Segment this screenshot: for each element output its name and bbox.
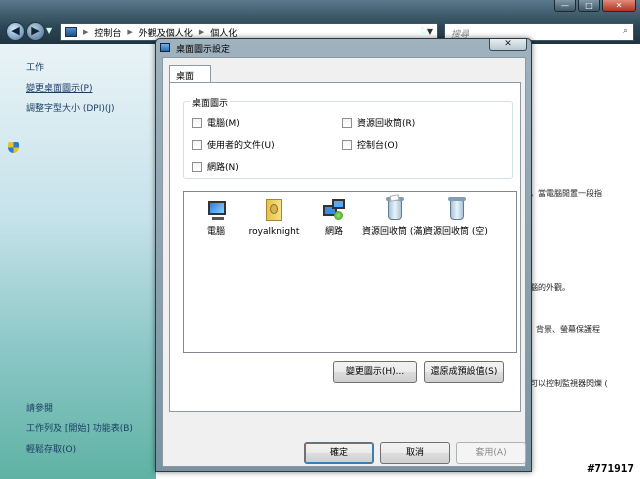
icon-label: 網路 [324,227,343,237]
checkbox-label: 使用者的文件(U) [207,141,275,151]
breadcrumb-separator-icon: ▶ [83,28,89,36]
control-panel-checkbox[interactable]: 控制台(O) [342,138,398,151]
search-icon[interactable]: ⌕ [623,26,628,36]
content-text-fragment: 腦的外觀。 [530,283,570,292]
maximize-button[interactable]: □ [578,0,600,12]
control-panel-icon [65,27,77,37]
checkbox-box[interactable] [192,117,202,128]
refresh-icon[interactable]: ↻ [420,26,428,37]
breadcrumb-separator-icon: ▶ [127,28,133,36]
network-icon [320,195,348,223]
ease-of-access-link[interactable]: 輕鬆存取(O) [26,442,76,455]
list-item[interactable]: royalknight [242,195,306,238]
breadcrumb-separator-icon: ▶ [198,28,205,36]
breadcrumb-control-panel[interactable]: 控制台 [94,26,121,39]
dialog-close-button[interactable]: ✕ [489,39,527,51]
desktop-icon-settings-dialog: 桌面圖示設定 ✕ 桌面 桌面圖示 電腦(M) 資源回收筒(R) 使用者的文件(U… [155,38,532,472]
recycle-bin-full-icon [380,194,408,223]
uac-shield-icon [8,142,19,153]
icon-label: royalknight [248,227,300,237]
back-button[interactable]: ◀ [6,22,25,41]
watermark: #771917 [587,462,634,475]
user-files-checkbox[interactable]: 使用者的文件(U) [192,138,275,151]
list-item[interactable]: 資源回收筒 (滿) [362,194,426,238]
icon-label: 資源回收筒 (空) [424,227,488,237]
user-folder-icon [260,195,288,223]
tab-desktop[interactable]: 桌面 [169,65,211,82]
recycle-bin-empty-icon [442,195,470,223]
restore-default-button[interactable]: 還原成預設值(S) [424,361,504,383]
checkbox-label: 電腦(M) [207,119,240,129]
change-icon-button[interactable]: 變更圖示(H)... [333,361,417,383]
tab-panel: 桌面圖示 電腦(M) 資源回收筒(R) 使用者的文件(U) 控制台(O) 網路(… [169,82,521,412]
task-pane: 工作 變更桌面圖示(P) 調整字型大小 (DPI)(J) 請參閱 工作列及 [開… [0,44,156,479]
dialog-body: 桌面 桌面圖示 電腦(M) 資源回收筒(R) 使用者的文件(U) 控制台(O) … [162,57,526,467]
breadcrumb-appearance[interactable]: 外觀及個人化 [139,26,193,39]
tasks-heading: 工作 [26,63,45,73]
list-item[interactable]: 網路 [302,195,366,238]
apply-button[interactable]: 套用(A) [456,442,526,464]
icon-list: 電腦 royalknight 網路 資源回收筒 (滿) 資源回收筒 (空) [183,191,517,353]
content-text-fragment: ，當電腦閒置一段指 [530,189,602,198]
minimize-button[interactable]: — [554,0,576,12]
forward-button[interactable]: ▶ [26,22,45,41]
see-also-heading: 請參閱 [26,404,54,414]
checkbox-box[interactable] [192,161,202,172]
breadcrumb-personalization[interactable]: 個人化 [210,26,237,39]
window-controls: — □ ✕ [554,0,636,12]
checkbox-box[interactable] [342,117,352,128]
icon-label: 電腦 [206,227,225,237]
checkbox-label: 網路(N) [207,163,239,173]
content-text-fragment: 可以控制監視器閃爍 ( [530,379,608,388]
checkbox-box[interactable] [342,139,352,150]
taskbar-start-menu-link[interactable]: 工作列及 [開始] 功能表(B) [26,421,133,434]
network-checkbox[interactable]: 網路(N) [192,160,239,173]
list-item[interactable]: 資源回收筒 (空) [424,195,488,238]
checkbox-box[interactable] [192,139,202,150]
close-button[interactable]: ✕ [602,0,636,12]
recent-pages-chevron-icon[interactable]: ▼ [46,26,52,35]
dialog-title-icon [160,43,170,52]
adjust-font-size-link[interactable]: 調整字型大小 (DPI)(J) [26,101,115,114]
group-title: 桌面圖示 [190,96,231,109]
desktop-icons-group: 桌面圖示 電腦(M) 資源回收筒(R) 使用者的文件(U) 控制台(O) 網路(… [183,96,513,179]
dialog-title: 桌面圖示設定 [176,45,231,55]
change-desktop-icons-link[interactable]: 變更桌面圖示(P) [26,81,92,94]
ok-button[interactable]: 確定 [304,442,374,464]
list-item[interactable]: 電腦 [184,195,248,238]
icon-label: 資源回收筒 (滿) [362,227,426,237]
recycle-bin-checkbox[interactable]: 資源回收筒(R) [342,116,415,129]
checkbox-label: 資源回收筒(R) [357,119,416,129]
computer-checkbox[interactable]: 電腦(M) [192,116,240,129]
computer-icon [202,195,230,223]
content-text-fragment: 背景、螢幕保護程 [536,325,600,334]
cancel-button[interactable]: 取消 [380,442,450,464]
checkbox-label: 控制台(O) [357,141,399,151]
